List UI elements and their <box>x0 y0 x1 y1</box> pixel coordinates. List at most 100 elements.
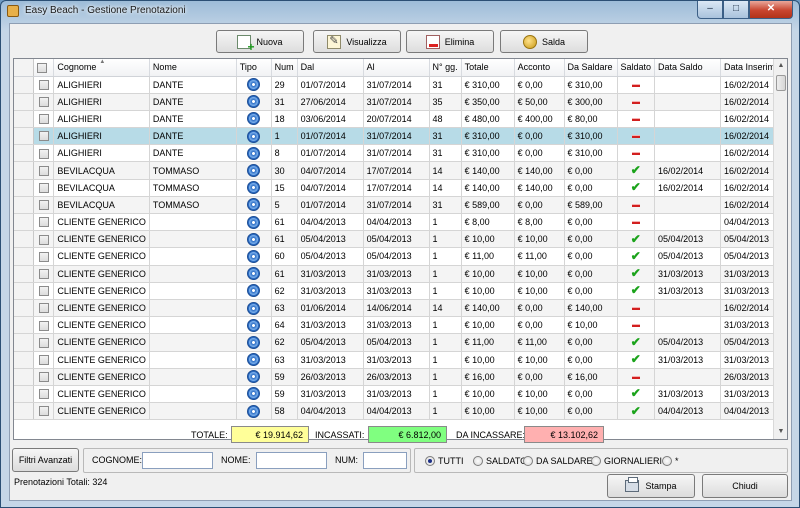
select-all-checkbox[interactable] <box>37 62 48 73</box>
row-header[interactable] <box>14 385 35 404</box>
table-row[interactable]: ALIGHIERI DANTE 31 27/06/2014 31/07/2014 35 € … <box>14 93 787 111</box>
scroll-up-icon[interactable]: ▲ <box>774 59 787 73</box>
table-row[interactable]: CLIENTE GENERICO 64 31/03/2013 31/03/2013 1 €… <box>14 316 787 335</box>
row-checkbox[interactable] <box>38 148 49 159</box>
row-header[interactable] <box>14 179 35 197</box>
column-header-data-saldo[interactable]: Data Saldo <box>654 59 721 77</box>
row-checkbox[interactable] <box>38 286 49 297</box>
column-header-totale[interactable]: Totale <box>461 59 515 77</box>
row-header[interactable] <box>14 110 35 129</box>
row-checkbox[interactable] <box>38 217 49 228</box>
table-row[interactable]: CLIENTE GENERICO 59 26/03/2013 26/03/2013 1 €… <box>14 368 787 386</box>
radio-all-star[interactable]: * <box>662 456 679 466</box>
column-header-num[interactable]: Num <box>271 59 298 77</box>
row-checkbox[interactable] <box>38 372 49 383</box>
row-header[interactable] <box>14 213 35 232</box>
row-header[interactable] <box>14 196 35 215</box>
visualizza-button[interactable]: Visualizza <box>313 30 401 53</box>
column-header-dal[interactable]: Dal <box>297 59 364 77</box>
table-row[interactable]: CLIENTE GENERICO 60 05/04/2013 05/04/2013 1 €… <box>14 247 787 266</box>
radio-tutti[interactable]: TUTTI <box>425 456 464 466</box>
row-header[interactable] <box>14 127 35 146</box>
nome-field[interactable] <box>256 452 327 469</box>
column-header-al[interactable]: Al <box>363 59 430 77</box>
row-header[interactable] <box>14 333 35 352</box>
row-header[interactable] <box>14 299 35 318</box>
row-checkbox-cell <box>33 351 55 369</box>
row-header[interactable] <box>14 402 35 421</box>
column-header-n-gg[interactable]: N° gg. <box>429 59 462 77</box>
row-checkbox[interactable] <box>38 406 49 417</box>
salda-button[interactable]: Salda <box>500 30 588 53</box>
row-header[interactable] <box>14 230 35 249</box>
table-row[interactable]: ALIGHIERI DANTE 29 01/07/2014 31/07/2014 31 € … <box>14 76 787 94</box>
table-row[interactable]: BEVILACQUA TOMMASO 30 04/07/2014 17/07/2014 1… <box>14 161 787 180</box>
table-row[interactable]: BEVILACQUA TOMMASO 15 04/07/2014 17/07/2014 1… <box>14 179 787 197</box>
row-header[interactable] <box>14 144 35 163</box>
table-row[interactable]: CLIENTE GENERICO 61 04/04/2013 04/04/2013 1 €… <box>14 213 787 232</box>
row-checkbox[interactable] <box>38 200 49 211</box>
minimize-button[interactable]: ‒ <box>697 1 723 19</box>
table-row[interactable]: CLIENTE GENERICO 63 31/03/2013 31/03/2013 1 €… <box>14 351 787 369</box>
row-checkbox[interactable] <box>38 320 49 331</box>
close-button[interactable]: ✕ <box>749 1 793 19</box>
stampa-button[interactable]: Stampa <box>607 474 695 498</box>
radio-da-saldare[interactable]: DA SALDARE <box>523 456 593 466</box>
scroll-thumb[interactable] <box>776 75 786 91</box>
filtri-avanzati-button[interactable]: Filtri Avanzati <box>12 448 79 472</box>
row-header[interactable] <box>14 282 35 300</box>
umbrella-icon <box>247 370 261 384</box>
row-header[interactable] <box>14 351 35 369</box>
column-header-da-saldare[interactable]: Da Saldare <box>564 59 618 77</box>
row-header[interactable] <box>14 368 35 386</box>
column-header-tipo[interactable]: Tipo <box>236 59 272 77</box>
column-header-saldato[interactable]: Saldato <box>617 59 656 77</box>
table-row[interactable]: CLIENTE GENERICO 63 01/06/2014 14/06/2014 14… <box>14 299 787 318</box>
num-field[interactable] <box>363 452 407 469</box>
nome-cell <box>149 230 237 249</box>
nuova-button[interactable]: Nuova <box>216 30 304 54</box>
column-header-select-all[interactable] <box>33 59 55 77</box>
table-row[interactable]: ALIGHIERI DANTE 8 01/07/2014 31/07/2014 31 € 3… <box>14 144 787 163</box>
row-checkbox[interactable] <box>38 114 49 125</box>
vertical-scrollbar[interactable]: ▲ ▼ <box>773 59 787 439</box>
row-checkbox[interactable] <box>38 97 49 108</box>
table-row[interactable]: CLIENTE GENERICO 62 05/04/2013 05/04/2013 1 €… <box>14 333 787 352</box>
table-row[interactable]: CLIENTE GENERICO 59 31/03/2013 31/03/2013 1 €… <box>14 385 787 404</box>
row-checkbox[interactable] <box>38 303 49 314</box>
row-header[interactable] <box>14 247 35 266</box>
row-checkbox[interactable] <box>38 251 49 262</box>
checkmark-icon: ✔ <box>630 283 641 298</box>
row-checkbox[interactable] <box>38 165 49 176</box>
row-header[interactable] <box>14 161 35 180</box>
row-checkbox-cell <box>33 110 55 129</box>
row-checkbox[interactable] <box>38 183 49 194</box>
row-checkbox[interactable] <box>38 268 49 279</box>
row-header[interactable] <box>14 265 35 283</box>
row-header[interactable] <box>14 76 35 94</box>
row-checkbox[interactable] <box>38 79 49 90</box>
chiudi-button[interactable]: Chiudi <box>702 474 788 498</box>
radio-saldato[interactable]: SALDATO <box>473 456 527 466</box>
table-row[interactable]: ALIGHIERI DANTE 1 01/07/2014 31/07/2014 31 € 3… <box>14 127 787 146</box>
table-row[interactable]: BEVILACQUA TOMMASO 5 01/07/2014 31/07/2014 31… <box>14 196 787 215</box>
column-header-acconto[interactable]: Acconto <box>514 59 565 77</box>
table-row[interactable]: CLIENTE GENERICO 61 05/04/2013 05/04/2013 1 €… <box>14 230 787 249</box>
column-header-nome[interactable]: Nome <box>149 59 237 77</box>
table-row[interactable]: CLIENTE GENERICO 61 31/03/2013 31/03/2013 1 €… <box>14 265 787 283</box>
cognome-field[interactable] <box>142 452 213 469</box>
table-row[interactable]: ALIGHIERI DANTE 18 03/06/2014 20/07/2014 48 € … <box>14 110 787 129</box>
row-header[interactable] <box>14 316 35 335</box>
row-header[interactable] <box>14 93 35 111</box>
row-checkbox[interactable] <box>38 354 49 365</box>
maximize-button[interactable]: □ <box>723 1 749 19</box>
radio-giornalieri[interactable]: GIORNALIERI <box>591 456 662 466</box>
table-row[interactable]: CLIENTE GENERICO 58 04/04/2013 04/04/2013 1 €… <box>14 402 787 421</box>
row-checkbox[interactable] <box>38 337 49 348</box>
row-checkbox[interactable] <box>38 389 49 400</box>
row-checkbox[interactable] <box>38 131 49 142</box>
row-checkbox[interactable] <box>38 234 49 245</box>
table-row[interactable]: CLIENTE GENERICO 62 31/03/2013 31/03/2013 1 €… <box>14 282 787 300</box>
elimina-button[interactable]: Elimina <box>406 30 494 53</box>
column-header-cognome[interactable]: Cognome ▲ <box>53 59 150 77</box>
